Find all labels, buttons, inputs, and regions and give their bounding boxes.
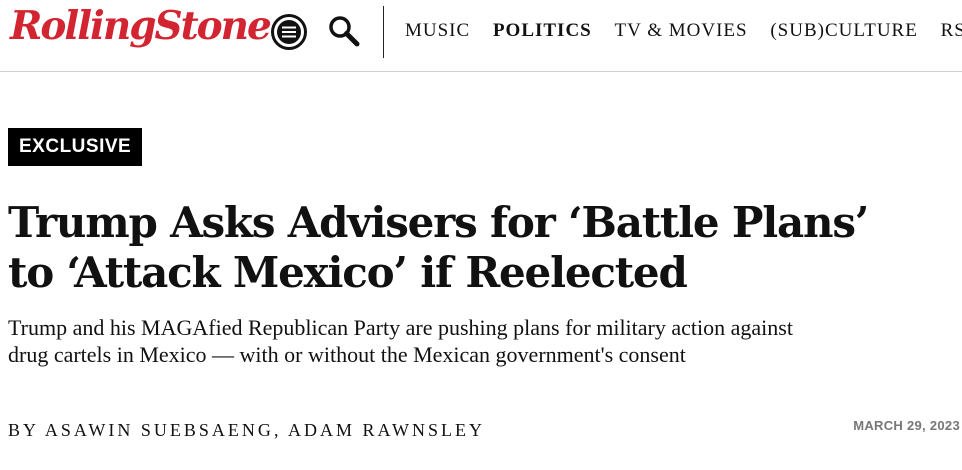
header-divider (383, 6, 384, 58)
nav-item-subculture[interactable]: (SUB)CULTURE (770, 20, 917, 42)
byline-prefix: BY (8, 420, 39, 440)
site-header: RollingStone MUSIC POLITICS TV & MOVIES … (0, 0, 962, 72)
nav-item-politics[interactable]: POLITICS (493, 20, 592, 42)
exclusive-badge[interactable]: EXCLUSIVE (8, 128, 143, 166)
author-link[interactable]: ADAM RAWNSLEY (288, 420, 485, 440)
hamburger-menu-icon (271, 14, 307, 50)
nav-item-music[interactable]: MUSIC (405, 20, 470, 42)
publish-date: MARCH 29, 2023 (853, 418, 960, 433)
rolling-stone-logo[interactable]: RollingStone (10, 7, 272, 46)
author-link[interactable]: ASAWIN SUEBSAENG (45, 420, 274, 440)
nav-item-rs[interactable]: RS (941, 20, 962, 42)
author-separator: , (273, 420, 282, 440)
search-icon (329, 16, 360, 47)
main-nav: MUSIC POLITICS TV & MOVIES (SUB)CULTURE … (405, 20, 962, 42)
article-dek: Trump and his MAGAfied Republican Party … (8, 315, 793, 367)
byline: BY ASAWIN SUEBSAENG, ADAM RAWNSLEY (8, 420, 485, 441)
search-button[interactable] (327, 14, 361, 48)
menu-button[interactable] (271, 14, 307, 50)
article-headline: Trump Asks Advisers for ‘Battle Plans’ t… (8, 198, 869, 297)
nav-item-tv-movies[interactable]: TV & MOVIES (615, 20, 748, 42)
